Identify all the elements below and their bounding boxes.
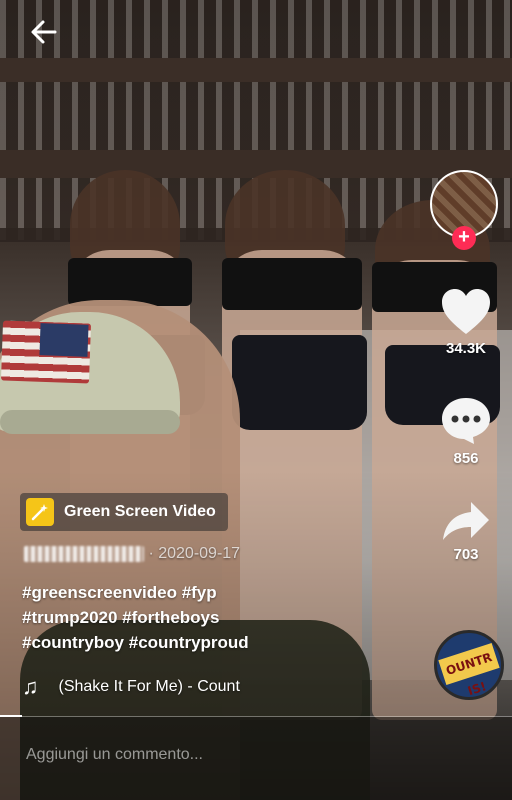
back-button[interactable] bbox=[28, 16, 60, 48]
effect-label: Green Screen Video bbox=[64, 503, 216, 520]
post-date: 2020-09-17 bbox=[158, 545, 241, 562]
figure-shorts bbox=[232, 335, 367, 430]
figure-top bbox=[222, 258, 362, 310]
divider bbox=[0, 716, 512, 717]
like-button[interactable]: 34.3K bbox=[430, 288, 502, 357]
pergola-beam bbox=[0, 58, 512, 82]
sound-disc[interactable]: OUNTR IS! bbox=[434, 630, 504, 700]
music-note-icon: ♫ bbox=[22, 674, 39, 699]
comment-input[interactable] bbox=[24, 745, 488, 765]
sound-disc-label: OUNTR IS! bbox=[438, 642, 500, 697]
comment-button[interactable]: 856 bbox=[430, 396, 502, 467]
effect-chip[interactable]: Green Screen Video bbox=[20, 493, 228, 531]
magic-wand-icon bbox=[26, 498, 54, 526]
comment-bubble-icon bbox=[442, 398, 490, 444]
music-title: (Shake It For Me) - Count bbox=[58, 678, 240, 695]
arrow-left-icon bbox=[31, 20, 57, 44]
share-button[interactable]: 703 bbox=[430, 500, 502, 563]
username-blurred[interactable] bbox=[24, 545, 144, 562]
hashtags-line[interactable]: #countryboy #countryproud bbox=[22, 633, 249, 652]
comment-count: 856 bbox=[453, 450, 479, 467]
music-row[interactable]: ♫ (Shake It For Me) - Count bbox=[22, 674, 240, 700]
share-arrow-icon bbox=[443, 502, 489, 540]
share-count: 703 bbox=[453, 546, 479, 563]
follow-plus-button[interactable]: + bbox=[452, 226, 476, 250]
heart-icon bbox=[442, 289, 490, 334]
caption: #greenscreenvideo #fyp #trump2020 #forth… bbox=[22, 580, 322, 655]
hashtags-line[interactable]: #trump2020 #fortheboys bbox=[22, 608, 219, 627]
like-count: 34.3K bbox=[445, 340, 487, 357]
figure-top bbox=[68, 258, 192, 306]
video-progress[interactable] bbox=[0, 715, 22, 717]
date-separator: · bbox=[148, 545, 154, 562]
flag-canton bbox=[39, 323, 89, 357]
cap-brim bbox=[0, 410, 180, 434]
hashtags-line[interactable]: #greenscreenvideo #fyp bbox=[22, 583, 217, 602]
post-meta: · 2020-09-17 bbox=[24, 545, 240, 563]
creator-avatar[interactable]: + bbox=[430, 170, 498, 250]
